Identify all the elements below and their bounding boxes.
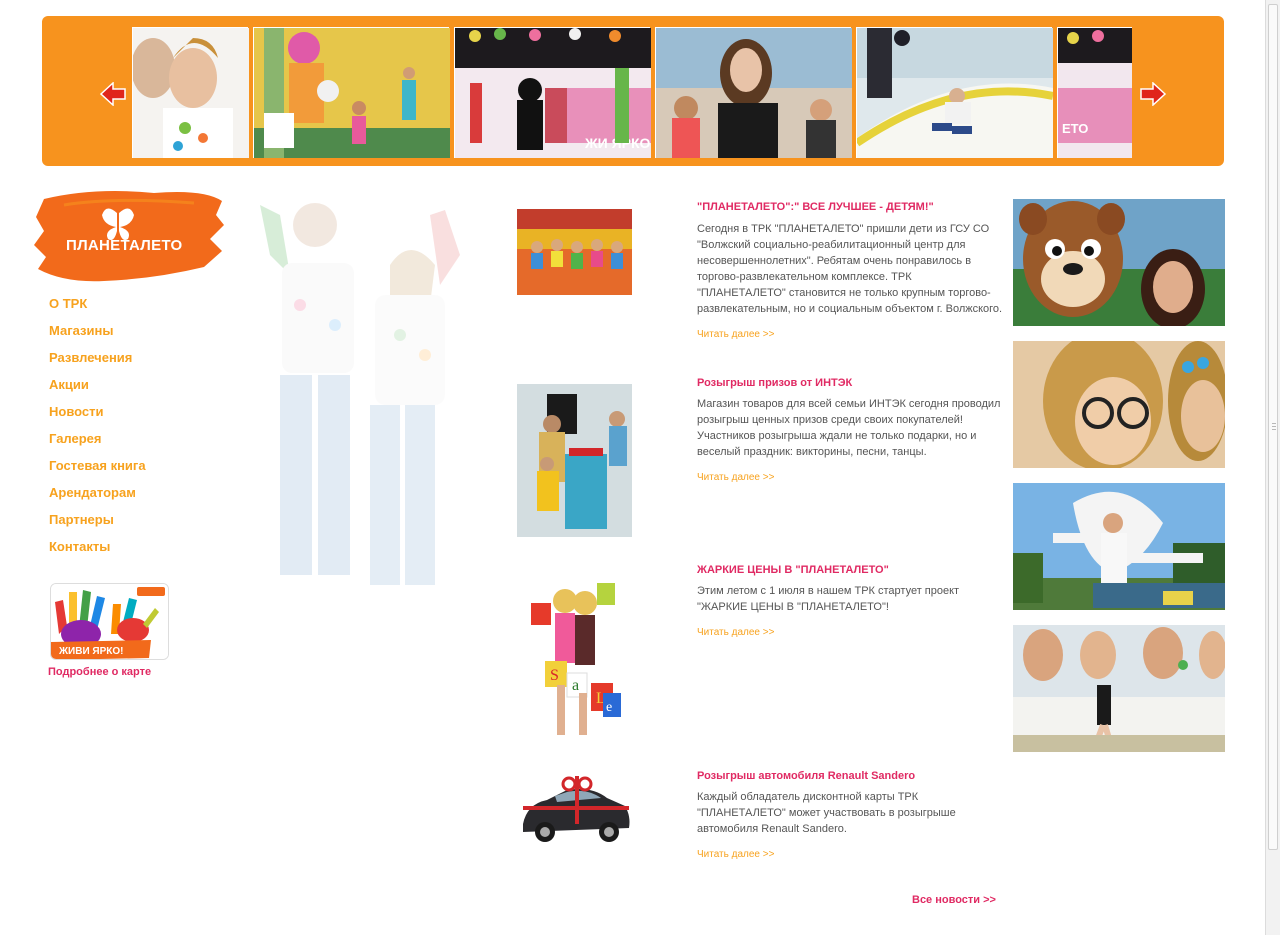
news-text-line: "Волжский социально-реабилитационный цен… bbox=[697, 239, 966, 251]
slider-photos: ЖИ ЯРКО ЕТО bbox=[132, 27, 1132, 158]
nav-item-promotions[interactable]: Акции bbox=[49, 377, 146, 404]
news-text-line: "ЖАРКИЕ ЦЕНЫ В "ПЛАНЕТАЛЕТО"! bbox=[697, 601, 889, 613]
nav-item-shops[interactable]: Магазины bbox=[49, 323, 146, 350]
news-thumbnail[interactable] bbox=[517, 209, 632, 295]
news-text-line: "ПЛАНЕТАЛЕТО" становится не только крупн… bbox=[697, 287, 991, 299]
card-details-link[interactable]: Подробнее о карте bbox=[48, 666, 151, 678]
nav-item-tenants[interactable]: Арендаторам bbox=[49, 485, 146, 512]
read-more-link[interactable]: Читать далее >> bbox=[697, 472, 774, 483]
card-banner-text: ЖИВИ ЯРКО! bbox=[58, 646, 123, 657]
news-text-line: "ПЛАНЕТАЛЕТО" может участвовать в розыгр… bbox=[697, 807, 956, 819]
sale-letter: S bbox=[550, 667, 559, 684]
news-title[interactable]: Розыгрыш призов от ИНТЭК bbox=[697, 377, 852, 389]
scrollbar-grip bbox=[1272, 429, 1276, 430]
side-photo[interactable] bbox=[1013, 483, 1225, 610]
news-thumbnail[interactable] bbox=[517, 776, 632, 848]
slider-photo[interactable] bbox=[253, 27, 450, 158]
nav-item-guestbook[interactable]: Гостевая книга bbox=[49, 458, 146, 485]
news-text: Магазин товаров для всей семьи ИНТЭК сег… bbox=[697, 396, 1007, 460]
all-news-link[interactable]: Все новости >> bbox=[912, 894, 996, 906]
read-more-link[interactable]: Читать далее >> bbox=[697, 849, 774, 860]
slider-photo[interactable]: ЕТО bbox=[1057, 27, 1132, 158]
scrollbar-grip bbox=[1272, 426, 1276, 427]
slider-photo[interactable] bbox=[854, 27, 1054, 158]
news-text-line: Этим летом с 1 июля в нашем ТРК стартует… bbox=[697, 585, 960, 597]
news-text-line: Каждый обладатель дисконтной карты ТРК bbox=[697, 791, 919, 803]
scrollbar[interactable] bbox=[1265, 0, 1280, 935]
news-thumbnail[interactable]: S a L e bbox=[517, 573, 632, 741]
side-photo[interactable] bbox=[1013, 199, 1225, 326]
news-text-line: автомобиля Renault Sandero. bbox=[697, 823, 847, 835]
site-logo[interactable] bbox=[34, 187, 224, 285]
news-text-line: несовершеннолетних". Ребятам очень понра… bbox=[697, 255, 972, 267]
news-text-line: веселый праздник: викторины, песни, танц… bbox=[697, 446, 927, 458]
slider-photo[interactable] bbox=[655, 27, 852, 158]
nav-item-contacts[interactable]: Контакты bbox=[49, 539, 146, 566]
news-title[interactable]: "ПЛАНЕТАЛЕТО":" ВСЕ ЛУЧШЕЕ - ДЕТЯМ!" bbox=[697, 201, 934, 213]
nav-item-entertainment[interactable]: Развлечения bbox=[49, 350, 146, 377]
read-more-link[interactable]: Читать далее >> bbox=[697, 627, 774, 638]
sale-letter: e bbox=[606, 700, 612, 715]
news-text-line: розыгрыш ценных призов среди своих покуп… bbox=[697, 414, 963, 426]
main-nav: О ТРК Магазины Развлечения Акции Новости… bbox=[49, 296, 146, 566]
side-photo[interactable] bbox=[1013, 341, 1225, 468]
svg-text:ЕТО: ЕТО bbox=[1062, 121, 1088, 136]
news-thumbnail[interactable] bbox=[517, 384, 632, 537]
sale-letter: a bbox=[572, 677, 579, 694]
side-photo[interactable] bbox=[1013, 625, 1225, 752]
nav-item-news[interactable]: Новости bbox=[49, 404, 146, 431]
news-text-line: торгово-развлекательном комплексе. ТРК bbox=[697, 271, 912, 283]
news-text-line: Участников розыгрыша ждали не только под… bbox=[697, 430, 977, 442]
read-more-link[interactable]: Читать далее >> bbox=[697, 329, 774, 340]
logo-text: ПЛАНЕТАЛЕТО bbox=[66, 237, 183, 254]
hero-couple-image bbox=[240, 195, 485, 605]
nav-item-about[interactable]: О ТРК bbox=[49, 296, 146, 323]
slider-photo[interactable] bbox=[132, 27, 249, 158]
news-text: Сегодня в ТРК "ПЛАНЕТАЛЕТО" пришли дети … bbox=[697, 221, 1007, 317]
news-text: Каждый обладатель дисконтной карты ТРК "… bbox=[697, 789, 1007, 837]
scrollbar-thumb[interactable] bbox=[1268, 4, 1278, 850]
discount-card-image[interactable]: ЖИВИ ЯРКО! bbox=[50, 583, 169, 660]
slider-photo[interactable]: ЖИ ЯРКО bbox=[454, 27, 651, 158]
news-text-line: развлекательным, но и социальным объекто… bbox=[697, 303, 1003, 315]
news-title[interactable]: ЖАРКИЕ ЦЕНЫ В "ПЛАНЕТАЛЕТО" bbox=[697, 564, 889, 576]
scrollbar-grip bbox=[1272, 423, 1276, 424]
news-text-line: Сегодня в ТРК "ПЛАНЕТАЛЕТО" пришли дети … bbox=[697, 223, 990, 235]
news-text-line: Магазин товаров для всей семьи ИНТЭК сег… bbox=[697, 398, 1001, 410]
news-title[interactable]: Розыгрыш автомобиля Renault Sandero bbox=[697, 770, 915, 782]
news-text: Этим летом с 1 июля в нашем ТРК стартует… bbox=[697, 583, 1007, 615]
nav-item-partners[interactable]: Партнеры bbox=[49, 512, 146, 539]
nav-item-gallery[interactable]: Галерея bbox=[49, 431, 146, 458]
